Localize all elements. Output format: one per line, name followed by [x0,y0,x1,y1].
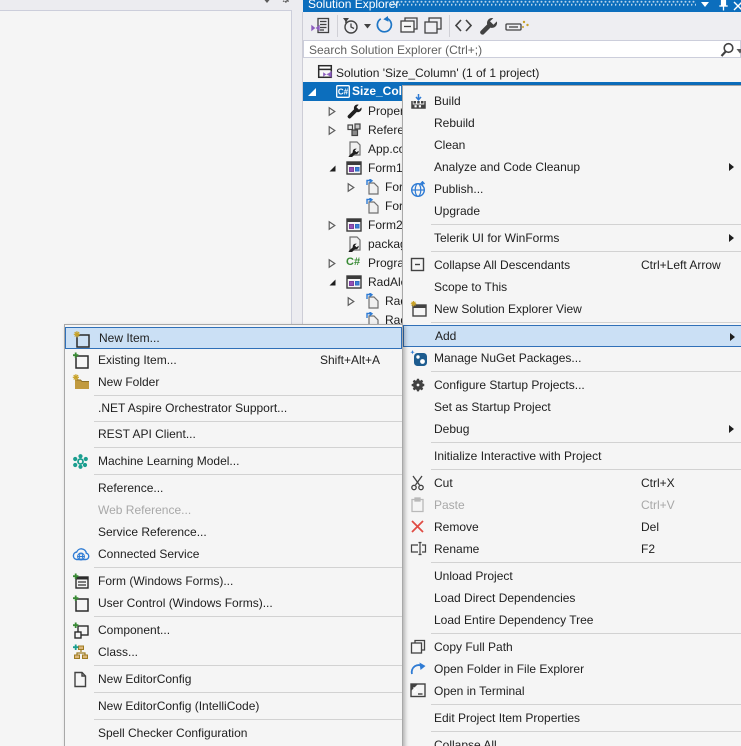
svg-text:C#: C# [338,88,349,97]
